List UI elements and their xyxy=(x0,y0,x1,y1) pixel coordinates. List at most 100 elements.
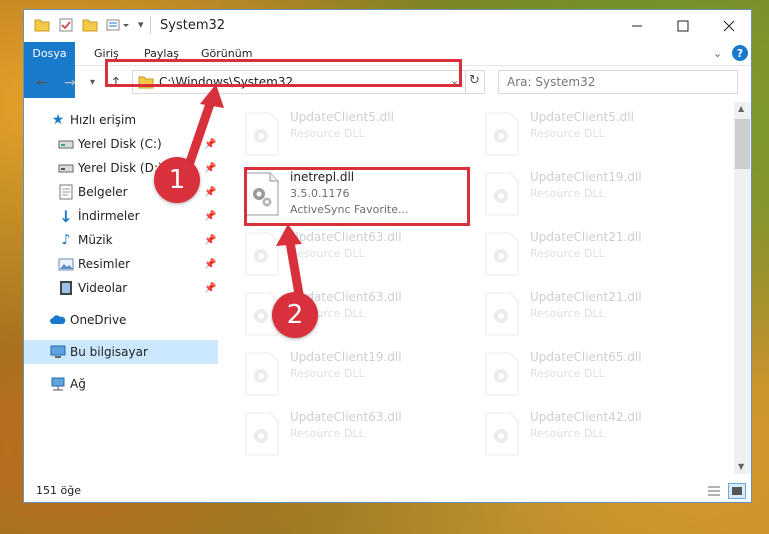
documents-icon xyxy=(58,184,74,200)
file-type: Resource DLL xyxy=(290,127,365,140)
step-2-badge: 2 xyxy=(272,292,318,338)
pin-icon: 📌 xyxy=(204,138,217,150)
sidebar-item-music[interactable]: ♪ Müzik 📌 xyxy=(24,228,218,252)
sidebar-item-label: OneDrive xyxy=(70,313,127,327)
file-type: Resource DLL xyxy=(530,247,605,260)
sidebar-item-label: Yerel Disk (C:) xyxy=(78,137,162,151)
file-item[interactable]: UpdateClient19.dll Resource DLL xyxy=(240,346,470,402)
file-type: Resource DLL xyxy=(290,367,365,380)
dll-file-icon xyxy=(244,412,280,456)
pin-icon: 📌 xyxy=(204,258,217,270)
large-icons-view-icon[interactable] xyxy=(728,483,746,499)
file-item[interactable]: UpdateClient63.dll Resource DLL xyxy=(240,406,470,462)
video-icon xyxy=(58,280,74,296)
sidebar-item-network[interactable]: Ağ xyxy=(24,372,218,396)
sidebar-item-label: İndirmeler xyxy=(78,209,140,223)
file-type: Resource DLL xyxy=(530,307,605,320)
address-bar-highlight xyxy=(105,59,462,87)
new-folder-icon[interactable] xyxy=(82,17,98,35)
file-name: UpdateClient21.dll xyxy=(530,230,642,244)
step-1-badge: 1 xyxy=(154,157,200,203)
scroll-up-icon[interactable]: ▲ xyxy=(738,104,744,113)
status-bar: 151 öğe xyxy=(24,480,751,502)
dll-file-icon xyxy=(244,352,280,396)
folder-icon xyxy=(34,17,50,35)
dll-file-icon xyxy=(244,232,280,276)
pin-icon: 📌 xyxy=(204,186,217,198)
pin-icon: 📌 xyxy=(204,210,217,222)
file-item[interactable]: UpdateClient5.dll Resource DLL xyxy=(240,106,470,162)
file-item[interactable]: UpdateClient21.dll Resource DLL xyxy=(480,226,710,282)
recent-locations-chevron-icon[interactable]: ▾ xyxy=(90,77,95,88)
music-icon: ♪ xyxy=(61,232,71,248)
sidebar-item-label: Hızlı erişim xyxy=(70,113,137,127)
navigation-pane: ★ Hızlı erişim Yerel Disk (C:) 📌 Yerel D… xyxy=(24,102,218,474)
dll-file-icon xyxy=(484,112,520,156)
sidebar-item-this-pc[interactable]: Bu bilgisayar xyxy=(24,340,218,364)
file-name: UpdateClient19.dll xyxy=(290,350,402,364)
sidebar-item-label: Yerel Disk (D:) xyxy=(78,161,163,175)
sidebar-item-quick-access[interactable]: ★ Hızlı erişim xyxy=(24,108,218,132)
file-item[interactable]: UpdateClient63.dll Resource DLL xyxy=(240,226,470,282)
sidebar-item-pictures[interactable]: Resimler 📌 xyxy=(24,252,218,276)
drive-icon xyxy=(58,160,74,176)
sidebar-item-label: Belgeler xyxy=(78,185,128,199)
pictures-icon xyxy=(58,256,74,272)
network-icon xyxy=(50,376,66,392)
file-name: UpdateClient19.dll xyxy=(530,170,642,184)
sidebar-item-label: Videolar xyxy=(78,281,128,295)
sidebar-item-videos[interactable]: Videolar 📌 xyxy=(24,276,218,300)
quick-access-dropdown-icon[interactable]: ▾ xyxy=(138,18,144,36)
dll-file-icon xyxy=(244,112,280,156)
view-options-icon[interactable] xyxy=(106,17,134,35)
file-name: UpdateClient21.dll xyxy=(530,290,642,304)
file-item[interactable]: UpdateClient21.dll Resource DLL xyxy=(480,286,710,342)
file-list: UpdateClient5.dll Resource DLL inetrepl.… xyxy=(226,102,734,474)
drive-icon xyxy=(58,136,74,152)
star-icon: ★ xyxy=(51,112,65,128)
computer-icon xyxy=(50,344,66,360)
file-item[interactable]: UpdateClient19.dll Resource DLL xyxy=(480,166,710,222)
file-item[interactable]: UpdateClient5.dll Resource DLL xyxy=(480,106,710,162)
vertical-scrollbar[interactable]: ▲ ▼ xyxy=(734,102,751,474)
sidebar-item-onedrive[interactable]: OneDrive xyxy=(24,308,218,332)
cloud-icon xyxy=(50,312,66,328)
refresh-icon[interactable]: ↻ xyxy=(469,73,480,88)
sidebar-item-downloads[interactable]: ↓ İndirmeler 📌 xyxy=(24,204,218,228)
details-view-icon[interactable] xyxy=(706,484,722,501)
file-item[interactable]: UpdateClient42.dll Resource DLL xyxy=(480,406,710,462)
file-name: UpdateClient5.dll xyxy=(290,110,394,124)
back-arrow-icon[interactable]: ← xyxy=(36,75,48,91)
sidebar-item-label: Müzik xyxy=(78,233,113,247)
forward-arrow-icon[interactable]: → xyxy=(64,75,76,91)
file-name: UpdateClient42.dll xyxy=(530,410,642,424)
ribbon-expand-icon[interactable]: ⌄ xyxy=(713,47,722,60)
pin-icon: 📌 xyxy=(204,234,217,246)
scroll-down-icon[interactable]: ▼ xyxy=(738,462,744,471)
sidebar-item-local-disk-c[interactable]: Yerel Disk (C:) 📌 xyxy=(24,132,218,156)
search-box[interactable]: Ara: System32 xyxy=(498,70,738,94)
title-divider xyxy=(150,16,151,34)
help-icon[interactable]: ? xyxy=(732,45,748,61)
sidebar-item-label: Resimler xyxy=(78,257,131,271)
file-item[interactable]: UpdateClient65.dll Resource DLL xyxy=(480,346,710,402)
pin-icon: 📌 xyxy=(204,162,217,174)
minimize-button[interactable] xyxy=(614,10,660,42)
file-type: Resource DLL xyxy=(530,427,605,440)
sidebar-item-label: Ağ xyxy=(70,377,86,391)
dll-file-icon xyxy=(484,412,520,456)
file-name: UpdateClient65.dll xyxy=(530,350,642,364)
scrollbar-thumb[interactable] xyxy=(735,119,750,169)
file-type: Resource DLL xyxy=(530,127,605,140)
dll-file-icon xyxy=(484,232,520,276)
close-button[interactable] xyxy=(706,10,752,42)
file-type: Resource DLL xyxy=(530,187,605,200)
properties-icon[interactable] xyxy=(58,17,74,35)
file-type: Resource DLL xyxy=(290,427,365,440)
item-count: 151 öğe xyxy=(36,484,81,497)
maximize-button[interactable] xyxy=(660,10,706,42)
file-name: UpdateClient5.dll xyxy=(530,110,634,124)
search-placeholder[interactable]: Ara: System32 xyxy=(507,75,595,89)
file-type: Resource DLL xyxy=(290,247,365,260)
dll-file-icon xyxy=(484,292,520,336)
